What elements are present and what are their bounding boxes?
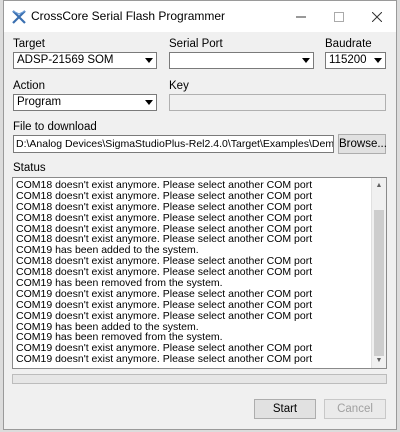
file-label: File to download bbox=[13, 121, 97, 133]
serial-port-dropdown[interactable] bbox=[169, 52, 314, 69]
cancel-button[interactable]: Cancel bbox=[324, 399, 386, 419]
file-path-input[interactable]: D:\Analog Devices\SigmaStudioPlus-Rel2.4… bbox=[13, 135, 334, 153]
chevron-down-icon bbox=[298, 53, 313, 68]
serial-port-label: Serial Port bbox=[169, 38, 223, 50]
chevron-down-icon bbox=[141, 53, 156, 68]
scroll-thumb[interactable] bbox=[374, 210, 384, 356]
status-lines: COM18 doesn't exist anymore. Please sele… bbox=[16, 180, 370, 365]
baudrate-label: Baudrate bbox=[325, 38, 372, 50]
start-button[interactable]: Start bbox=[254, 399, 316, 419]
status-line: COM18 doesn't exist anymore. Please sele… bbox=[16, 212, 313, 224]
key-input[interactable] bbox=[169, 94, 386, 111]
target-dropdown[interactable]: ADSP-21569 SOM bbox=[13, 52, 157, 69]
status-label: Status bbox=[13, 162, 46, 174]
status-line: COM18 doesn't exist anymore. Please sele… bbox=[16, 223, 313, 235]
browse-button[interactable]: Browse... bbox=[338, 134, 387, 154]
status-line: COM19 has been removed from the system. bbox=[16, 332, 223, 344]
status-log[interactable]: COM18 doesn't exist anymore. Please sele… bbox=[12, 177, 387, 369]
scroll-up-icon[interactable]: ▲ bbox=[372, 178, 386, 193]
status-line: COM18 doesn't exist anymore. Please sele… bbox=[16, 201, 313, 213]
status-line: COM19 doesn't exist anymore. Please sele… bbox=[16, 354, 313, 366]
status-line: COM18 doesn't exist anymore. Please sele… bbox=[16, 256, 313, 268]
baudrate-dropdown[interactable]: 115200 bbox=[325, 52, 386, 69]
close-button[interactable] bbox=[358, 1, 396, 32]
status-line: COM18 doesn't exist anymore. Please sele… bbox=[16, 190, 313, 202]
progress-bar bbox=[12, 374, 387, 384]
maximize-button[interactable] bbox=[320, 1, 358, 32]
chevron-down-icon bbox=[141, 95, 156, 110]
minimize-button[interactable] bbox=[282, 1, 320, 32]
status-line: COM19 has been added to the system. bbox=[16, 245, 199, 257]
status-line: COM19 has been removed from the system. bbox=[16, 278, 223, 289]
title-bar[interactable]: CrossCore Serial Flash Programmer bbox=[4, 1, 396, 32]
window-title: CrossCore Serial Flash Programmer bbox=[31, 9, 226, 23]
target-value: ADSP-21569 SOM bbox=[17, 54, 114, 66]
main-window: CrossCore Serial Flash Programmer Target… bbox=[3, 0, 397, 430]
status-line: COM19 doesn't exist anymore. Please sele… bbox=[16, 310, 313, 322]
action-value: Program bbox=[17, 96, 62, 108]
scroll-down-icon[interactable]: ▼ bbox=[372, 353, 386, 368]
baudrate-value: 115200 bbox=[329, 54, 367, 66]
app-icon bbox=[12, 10, 26, 24]
key-label: Key bbox=[169, 80, 189, 92]
action-dropdown[interactable]: Program bbox=[13, 94, 157, 111]
maximize-icon bbox=[334, 11, 344, 22]
file-path-value: D:\Analog Devices\SigmaStudioPlus-Rel2.4… bbox=[16, 138, 334, 150]
minimize-icon bbox=[296, 16, 306, 17]
status-line: COM18 doesn't exist anymore. Please sele… bbox=[16, 234, 313, 246]
status-line: COM19 doesn't exist anymore. Please sele… bbox=[16, 343, 313, 355]
status-line: COM18 doesn't exist anymore. Please sele… bbox=[16, 267, 313, 279]
chevron-down-icon bbox=[370, 53, 385, 68]
status-line: COM19 has been added to the system. bbox=[16, 321, 199, 333]
status-line: COM18 doesn't exist anymore. Please sele… bbox=[16, 180, 313, 191]
target-label: Target bbox=[13, 38, 45, 50]
close-icon bbox=[372, 11, 382, 22]
status-line: COM19 doesn't exist anymore. Please sele… bbox=[16, 288, 313, 300]
action-label: Action bbox=[13, 80, 45, 92]
status-line: COM19 doesn't exist anymore. Please sele… bbox=[16, 299, 313, 311]
status-scrollbar[interactable]: ▲ ▼ bbox=[371, 178, 386, 368]
